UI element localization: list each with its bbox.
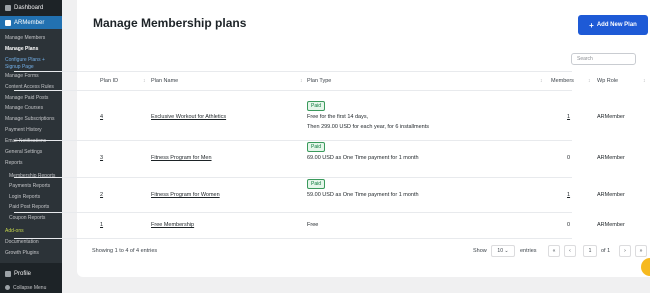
entries-label: entries bbox=[520, 248, 537, 254]
page-size-select[interactable]: 10 ⌄ bbox=[491, 245, 515, 257]
column-header-plan-type[interactable]: Plan Type bbox=[307, 78, 331, 84]
sidebar-subitem[interactable]: Configure Plans + bbox=[0, 57, 62, 63]
add-new-plan-button[interactable]: + Add New Plan bbox=[578, 15, 648, 35]
plan-id-link[interactable]: 3 bbox=[100, 155, 103, 161]
wp-role-text: ARMember bbox=[597, 222, 625, 228]
column-header-plan-id[interactable]: Plan ID bbox=[100, 78, 118, 84]
main-card: Manage Membership plans + Add New Plan S… bbox=[77, 0, 650, 277]
paid-badge: Paid bbox=[307, 101, 326, 111]
sidebar-subitem[interactable]: Manage Members bbox=[0, 35, 62, 41]
plan-id-link[interactable]: 1 bbox=[100, 222, 103, 228]
plan-type-text: Free bbox=[307, 222, 319, 228]
plan-type-text: Then 299.00 USD for each year, for 6 ins… bbox=[307, 124, 429, 130]
plan-name-link[interactable]: Fitness Program for Women bbox=[151, 192, 220, 198]
dashboard-icon bbox=[5, 5, 11, 11]
plan-id-link[interactable]: 2 bbox=[100, 192, 103, 198]
first-page-button[interactable]: « bbox=[548, 245, 560, 257]
column-header-members[interactable]: Members bbox=[551, 78, 574, 84]
sidebar-profile-label: Profile bbox=[14, 271, 32, 277]
paid-badge: Paid bbox=[307, 179, 326, 189]
plan-type-text: Free for the first 14 days, bbox=[307, 114, 369, 120]
sidebar-subitem[interactable]: Documentation bbox=[0, 239, 62, 245]
prev-page-button[interactable]: ‹ bbox=[564, 245, 576, 257]
sidebar-subitem[interactable]: Add-ons bbox=[0, 228, 62, 234]
search-input[interactable]: Search bbox=[571, 53, 636, 65]
column-header-plan-name[interactable]: Plan Name bbox=[151, 78, 178, 84]
armember-icon bbox=[5, 19, 11, 26]
sort-plan-name-icon[interactable]: ↕ bbox=[300, 78, 303, 84]
sort-wp-role-icon[interactable]: ↕ bbox=[643, 78, 646, 84]
row-divider bbox=[14, 140, 572, 141]
sidebar-subitem[interactable]: Manage Forms bbox=[0, 73, 62, 79]
sidebar-subitem[interactable]: Payment History bbox=[0, 127, 62, 133]
sidebar-subitem[interactable]: Membership Reports bbox=[0, 173, 62, 179]
row-divider bbox=[14, 238, 572, 239]
sidebar-submenu: Manage Members Manage Plans Configure Plan… bbox=[0, 29, 62, 263]
sidebar-dashboard-label: Dashboard bbox=[14, 5, 44, 11]
members-count: 0 bbox=[567, 155, 571, 161]
plan-name-link[interactable]: Free Membership bbox=[151, 222, 194, 228]
sidebar-subitem[interactable]: Manage Plans bbox=[0, 46, 62, 52]
add-new-plan-label: Add New Plan bbox=[596, 22, 637, 28]
sidebar-subitem[interactable]: Payments Reports bbox=[0, 183, 62, 189]
plus-icon: + bbox=[589, 20, 594, 30]
sidebar-item-dashboard[interactable]: Dashboard bbox=[0, 3, 62, 13]
sidebar-item-profile[interactable]: Profile bbox=[0, 269, 62, 279]
sidebar-subitem[interactable]: Login Reports bbox=[0, 194, 62, 200]
sort-members-icon[interactable]: ↕ bbox=[588, 78, 591, 84]
row-divider bbox=[14, 212, 572, 213]
sidebar-subitem[interactable]: Paid Post Reports bbox=[0, 204, 62, 210]
wp-role-text: ARMember bbox=[597, 114, 625, 120]
sidebar-subitem[interactable]: Reports bbox=[0, 160, 62, 166]
profile-icon bbox=[5, 271, 11, 277]
wp-role-text: ARMember bbox=[597, 155, 625, 161]
plan-type-text: 69.00 USD as One Time payment for 1 mont… bbox=[307, 155, 419, 161]
paid-badge: Paid bbox=[307, 142, 326, 152]
show-label: Show bbox=[473, 248, 487, 254]
plan-type-text: 59.00 USD as One Time payment for 1 mont… bbox=[307, 192, 419, 198]
last-page-button[interactable]: » bbox=[635, 245, 647, 257]
plan-id-link[interactable]: 4 bbox=[100, 114, 103, 120]
members-count[interactable]: 1 bbox=[567, 192, 570, 198]
wp-role-text: ARMember bbox=[597, 192, 625, 198]
sidebar-item-armember[interactable]: ARMember bbox=[0, 16, 62, 29]
plan-name-link[interactable]: Fitness Program for Men bbox=[151, 155, 212, 161]
sidebar-subitem[interactable]: Coupon Reports bbox=[0, 215, 62, 221]
members-count: 0 bbox=[567, 222, 571, 228]
sort-plan-type-icon[interactable]: ↕ bbox=[540, 78, 543, 84]
page-title: Manage Membership plans bbox=[93, 16, 247, 30]
collapse-icon bbox=[5, 285, 10, 290]
next-page-button[interactable]: › bbox=[619, 245, 631, 257]
members-count[interactable]: 1 bbox=[567, 114, 570, 120]
sidebar-subitem[interactable]: Manage Paid Posts bbox=[0, 95, 62, 101]
table-top-border bbox=[14, 71, 572, 72]
sidebar-subitem[interactable]: General Settings bbox=[0, 149, 62, 155]
current-page-input[interactable]: 1 bbox=[583, 245, 597, 257]
showing-entries-text: Showing 1 to 4 of 4 entries bbox=[92, 248, 158, 254]
collapse-menu-label: Collapse Menu bbox=[13, 284, 47, 291]
sidebar-subitem[interactable]: Growth Plugins bbox=[0, 250, 62, 256]
sidebar-subitem[interactable]: Manage Courses bbox=[0, 105, 62, 111]
sidebar-armember-label: ARMember bbox=[14, 19, 45, 26]
row-divider bbox=[14, 177, 572, 178]
collapse-menu-button[interactable]: Collapse Menu bbox=[0, 283, 62, 292]
of-pages-label: of 1 bbox=[601, 248, 611, 254]
header-divider bbox=[14, 90, 572, 91]
sort-plan-id-icon[interactable]: ↕ bbox=[143, 78, 146, 84]
sidebar-subitem[interactable]: Manage Subscriptions bbox=[0, 116, 62, 122]
admin-sidebar: Dashboard ARMember Manage Members Manage … bbox=[0, 0, 62, 293]
sidebar-subitem[interactable]: Email Notifications bbox=[0, 138, 62, 144]
sidebar-subitem[interactable]: Signup Page bbox=[0, 64, 62, 70]
plan-name-link[interactable]: Exclusive Workout for Athletics bbox=[151, 114, 226, 120]
column-header-wp-role[interactable]: Wp Role bbox=[597, 78, 618, 84]
